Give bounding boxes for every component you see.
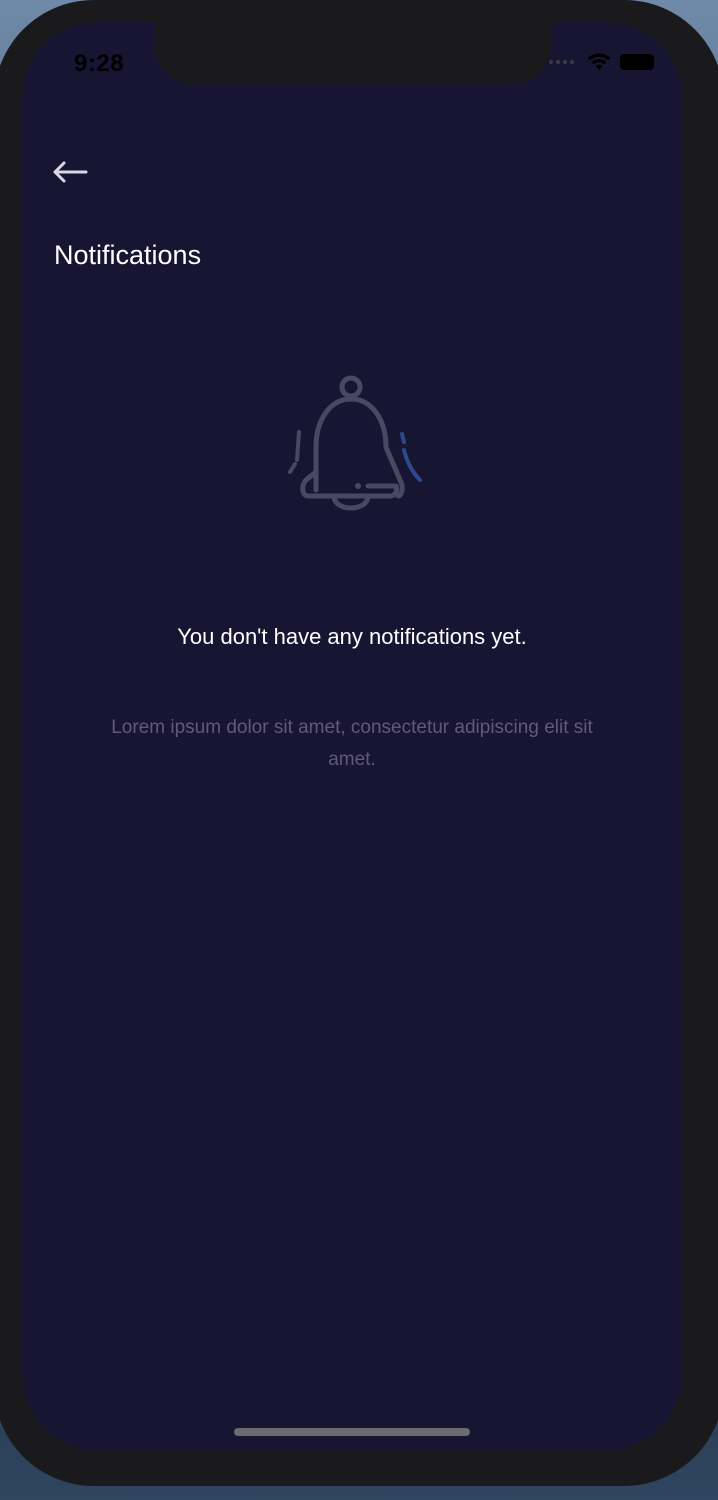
page-title: Notifications — [54, 240, 202, 270]
phone-frame: 9:28 Notifications You don't have any no… — [0, 0, 718, 1486]
battery-icon — [620, 54, 654, 70]
empty-state-title: You don't have any notifications yet. — [177, 624, 527, 649]
back-button[interactable] — [48, 152, 92, 192]
status-time: 9:28 — [74, 50, 125, 77]
device-notch — [155, 22, 551, 83]
status-icons — [549, 52, 654, 72]
bell-icon — [288, 375, 422, 511]
signal-icon — [549, 60, 574, 64]
app-screen: 9:28 Notifications You don't have any no… — [22, 22, 682, 1450]
home-indicator[interactable] — [234, 1428, 470, 1436]
arrow-left-icon — [53, 161, 88, 183]
empty-state-illustration — [272, 372, 432, 532]
empty-state-description: Lorem ipsum dolor sit amet, consectetur … — [111, 717, 593, 770]
wifi-icon — [587, 53, 611, 70]
